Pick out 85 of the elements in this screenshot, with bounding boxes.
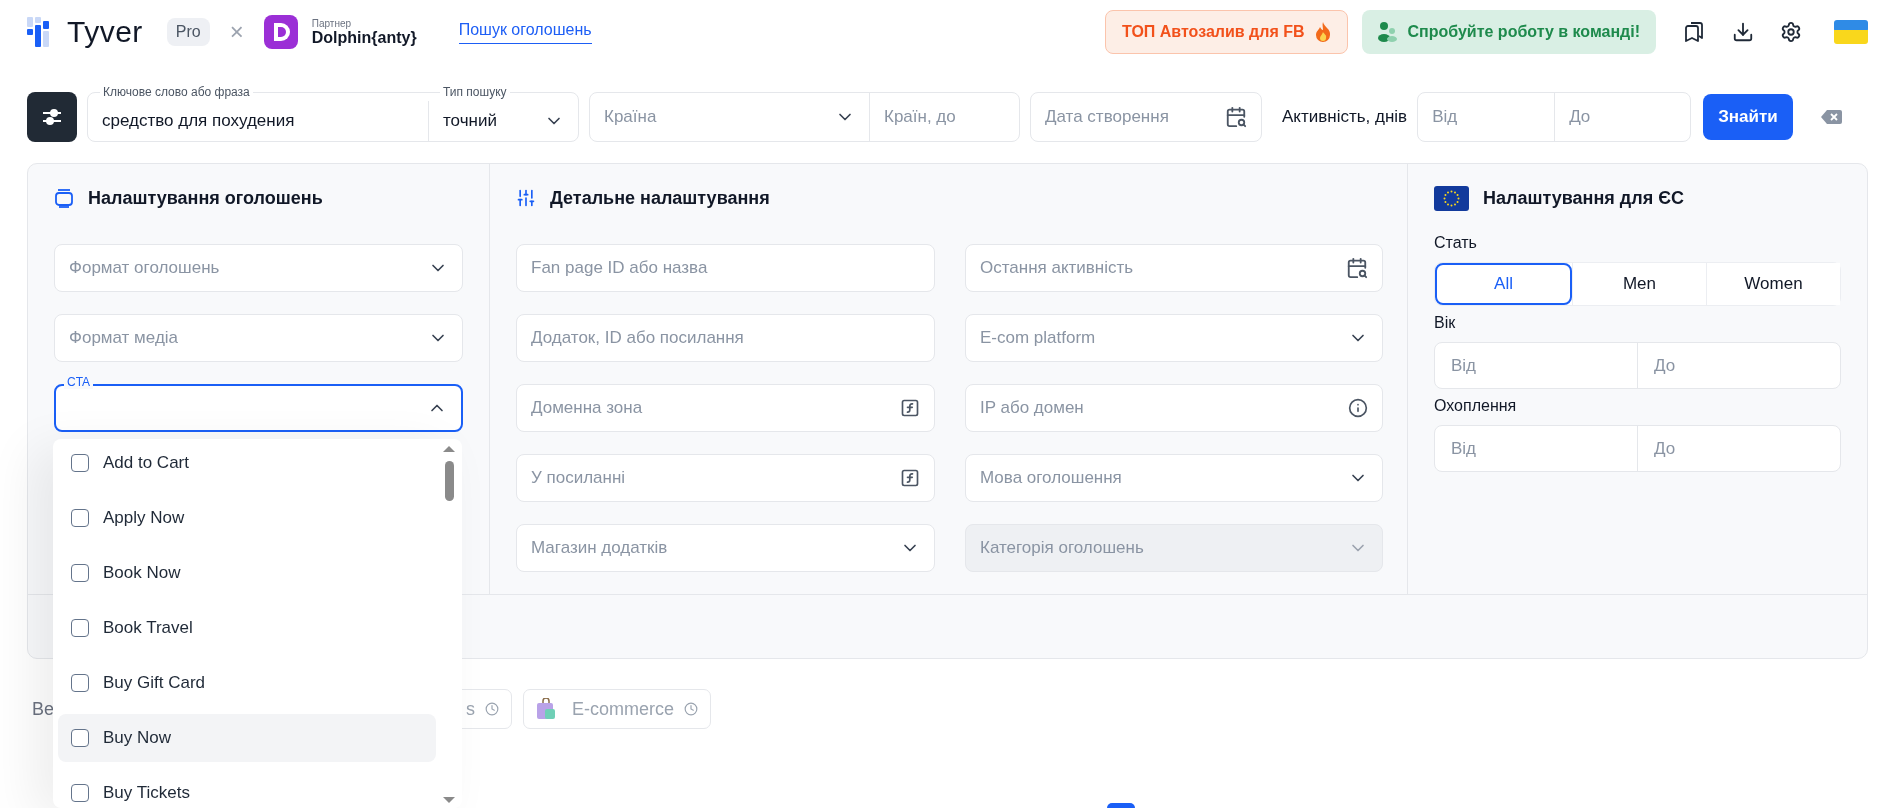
section-title: Детальне налаштування [550, 187, 770, 209]
users-icon [1377, 21, 1398, 43]
shopping-bag-icon [536, 698, 556, 720]
select-field[interactable]: Формат медіа [54, 314, 463, 362]
to-field[interactable]: До [1637, 343, 1840, 388]
checkbox[interactable] [71, 784, 89, 802]
from-field[interactable]: Від [1435, 343, 1637, 388]
filters-toggle-button[interactable] [27, 92, 77, 142]
activity-to-field[interactable]: До [1554, 93, 1691, 141]
activity-from-field[interactable]: Від [1418, 93, 1555, 141]
scrollbar-thumb[interactable] [444, 461, 454, 501]
dropdown-option[interactable]: Apply Now [58, 494, 436, 542]
field-label: Охоплення [1434, 397, 1518, 415]
search-button[interactable]: Знайти [1703, 94, 1793, 140]
dropdown-option[interactable]: Buy Gift Card [58, 659, 436, 707]
input-field[interactable]: IP або домен [965, 384, 1383, 432]
select-field[interactable]: Магазин додатків [516, 524, 935, 572]
logo-text: Tyver [67, 15, 143, 49]
select-field[interactable]: E-com platform [965, 314, 1383, 362]
eu-flag-icon [1434, 185, 1469, 211]
clock-icon [485, 702, 499, 716]
floating-button[interactable] [1107, 803, 1135, 808]
field-label: CTA [64, 375, 94, 389]
partner-label: Партнер [311, 17, 353, 29]
promo-button[interactable]: ТОП Автозалив для FB [1105, 10, 1348, 54]
keyword-field[interactable]: средство для похудения [88, 101, 428, 141]
from-field[interactable]: Від [1435, 426, 1637, 471]
category-chip[interactable]: E-commerce [523, 689, 711, 729]
checkbox[interactable] [71, 674, 89, 692]
plan-badge: Pro [166, 18, 210, 46]
gender-option[interactable]: Women [1706, 263, 1840, 305]
to-field[interactable]: До [1637, 426, 1840, 471]
dropdown-option[interactable]: Book Travel [58, 604, 436, 652]
section-text: Ве [32, 698, 56, 720]
filter-icon [41, 107, 63, 127]
checkbox[interactable] [71, 564, 89, 582]
partner-name: Dolphin{anty} [311, 28, 417, 47]
dropdown-option[interactable]: Buy Now [58, 714, 436, 762]
input-field[interactable]: Додаток, ID або посилання [516, 314, 935, 362]
created-date-field[interactable]: Дата створення [1030, 92, 1262, 142]
download-icon[interactable] [1732, 21, 1754, 43]
scroll-up-icon[interactable] [442, 445, 456, 453]
dropdown-option[interactable]: Add to Cart [58, 439, 436, 487]
select-field[interactable]: Мова оголошення [965, 454, 1383, 502]
sliders-icon [516, 188, 536, 208]
calendar-search-icon [1225, 106, 1247, 128]
input-field[interactable]: У посиланні [516, 454, 935, 502]
section-title: Налаштування оголошень [88, 187, 323, 209]
checkbox[interactable] [71, 454, 89, 472]
input-field[interactable]: Fan page ID або назва [516, 244, 935, 292]
flame-icon [1314, 22, 1331, 42]
select-field[interactable]: Формат оголошень [54, 244, 463, 292]
field-label: Тип пошуку [440, 85, 510, 99]
clock-icon [684, 702, 698, 716]
dropdown-option[interactable]: Buy Tickets [58, 769, 436, 808]
search-type-select[interactable]: точний [428, 101, 578, 141]
countries-to-field[interactable]: Країн, до [869, 93, 1019, 141]
flag-icon[interactable] [1834, 20, 1868, 44]
input-field[interactable]: Доменна зона [516, 384, 935, 432]
field-label: Стать [1434, 234, 1478, 252]
clear-icon[interactable] [1820, 109, 1843, 125]
partner-logo-icon [263, 15, 298, 49]
separator-mark: × [229, 18, 244, 46]
checkbox[interactable] [71, 509, 89, 527]
layers-icon [54, 188, 74, 208]
scroll-down-icon[interactable] [442, 796, 456, 804]
function-icon [900, 398, 920, 418]
country-select[interactable]: Країна [590, 93, 869, 141]
select-field[interactable] [54, 384, 463, 432]
gender-option[interactable]: All [1435, 263, 1572, 305]
function-icon [900, 468, 920, 488]
team-button[interactable]: Спробуйте роботу в команді! [1361, 10, 1656, 54]
calendar-search-icon [1346, 257, 1368, 279]
checkbox[interactable] [71, 619, 89, 637]
dropdown-option[interactable]: Book Now [58, 549, 436, 597]
input-field[interactable]: Остання активність [965, 244, 1383, 292]
section-title: Налаштування для ЄС [1483, 187, 1684, 209]
cards-icon[interactable] [1682, 20, 1706, 44]
checkbox[interactable] [71, 729, 89, 747]
nav-link[interactable]: Пошук оголошень [458, 20, 592, 44]
info-icon [1348, 398, 1368, 418]
activity-label: Активність, днів [1282, 107, 1408, 127]
field-label: Вік [1434, 314, 1457, 332]
field-label: Ключове слово або фраза [100, 85, 253, 99]
settings-icon[interactable] [1780, 21, 1802, 43]
